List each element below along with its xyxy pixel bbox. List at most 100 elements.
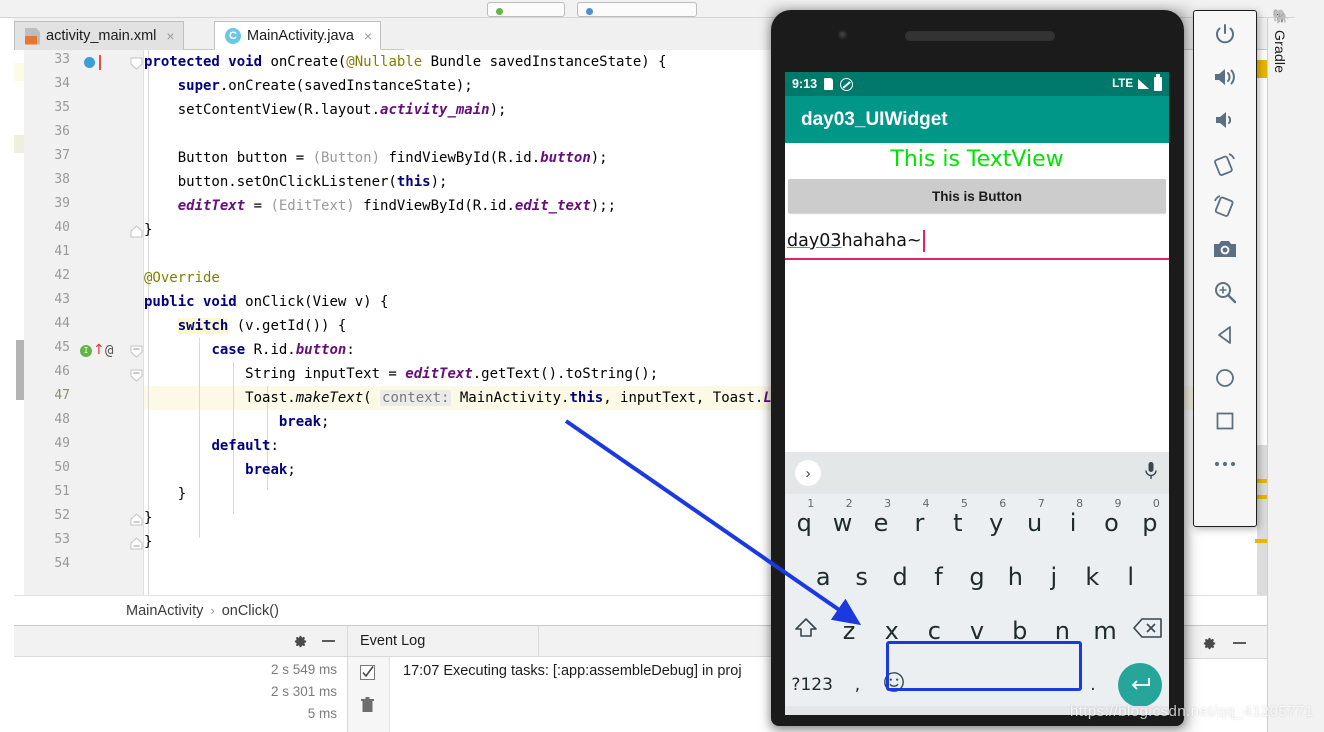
implements-method-icon[interactable]: I (80, 345, 92, 357)
key-y[interactable]: 6y (977, 497, 1015, 537)
key-l[interactable]: l (1112, 563, 1150, 591)
key-i[interactable]: 8i (1054, 497, 1092, 537)
key-f[interactable]: f (919, 563, 957, 591)
key-r[interactable]: 4r (900, 497, 938, 537)
stripe-warning-marker[interactable] (1255, 539, 1267, 543)
minimize-icon[interactable] (322, 640, 335, 642)
toolbar-widget-run-config[interactable] (487, 2, 565, 17)
home-nav-icon[interactable] (1210, 363, 1240, 393)
trash-icon[interactable] (360, 697, 375, 718)
key-period[interactable]: . (1075, 675, 1111, 695)
key-m[interactable]: m (1084, 617, 1127, 645)
line-number-gutter: 33 34 35 36 37 38 39 40 41 42 43 44 45 4… (24, 50, 144, 595)
marker-changed-2 (14, 135, 24, 153)
volume-up-icon[interactable] (1210, 62, 1240, 92)
key-w[interactable]: 2w (823, 497, 861, 537)
key-j[interactable]: j (1035, 563, 1073, 591)
line-number: 38 (54, 172, 70, 187)
minimize-icon[interactable] (1232, 642, 1246, 644)
build-duration: 2 s 549 ms (270, 662, 337, 677)
key-u[interactable]: 7u (1015, 497, 1053, 537)
key-g[interactable]: g (958, 563, 996, 591)
code-line-33: protected void onCreate(@Nullable Bundle… (144, 54, 667, 70)
breadcrumb-class[interactable]: MainActivity (126, 603, 203, 619)
key-d[interactable]: d (881, 563, 919, 591)
gear-icon[interactable] (1202, 636, 1217, 651)
key-label: q (796, 509, 812, 537)
toolbar-widget-search[interactable] (577, 2, 697, 17)
code-line-48: break; (278, 414, 330, 430)
key-e[interactable]: 3e (862, 497, 900, 537)
fold-handle[interactable] (130, 57, 143, 70)
key-v[interactable]: v (956, 617, 999, 645)
gutter-markers-line-33[interactable] (80, 52, 124, 76)
emulator-screen[interactable]: 9:13 LTE day03_UIWidget This is TextView… (785, 72, 1169, 715)
key-num: 2 (845, 497, 853, 510)
checkbox-icon[interactable] (359, 664, 376, 686)
fold-handle[interactable] (130, 537, 143, 550)
rotate-right-icon[interactable] (1210, 191, 1240, 221)
key-b[interactable]: b (998, 617, 1041, 645)
bookmark-icon[interactable] (84, 57, 95, 68)
key-t[interactable]: 5t (939, 497, 977, 537)
tab-mainactivity-java[interactable]: C MainActivity.java × (214, 21, 382, 50)
android-keyboard[interactable]: 1q 2w 3e 4r 5t 6y 7u 8i 9o 0p a s d f g (785, 494, 1169, 715)
key-s[interactable]: s (842, 563, 880, 591)
fold-handle[interactable] (130, 369, 143, 382)
key-label: e (873, 509, 889, 537)
microphone-icon[interactable] (1143, 461, 1159, 486)
fold-handle[interactable] (130, 345, 143, 358)
zoom-in-icon[interactable] (1210, 277, 1240, 307)
app-title-bar: day03_UIWidget (785, 96, 1169, 143)
fold-handle[interactable] (130, 225, 143, 238)
back-nav-icon[interactable] (1210, 320, 1240, 350)
overview-nav-icon[interactable] (1210, 406, 1240, 436)
key-k[interactable]: k (1073, 563, 1111, 591)
key-comma[interactable]: , (839, 675, 875, 695)
fold-handle[interactable] (130, 513, 143, 526)
app-edittext[interactable]: day03 hahaha~ (785, 224, 1169, 260)
override-arrow-icon: ↑ (93, 342, 105, 358)
app-button[interactable]: This is Button (788, 179, 1166, 213)
power-icon[interactable] (1210, 19, 1240, 49)
tool-window-gradle[interactable]: Gradle (1272, 30, 1288, 73)
battery-full-icon (1154, 74, 1162, 91)
chevron-right-icon[interactable]: › (795, 460, 821, 486)
key-q[interactable]: 1q (785, 497, 823, 537)
key-symbols[interactable]: ?123 (785, 675, 839, 695)
backspace-icon[interactable] (1126, 617, 1169, 645)
key-c[interactable]: c (913, 617, 956, 645)
key-a[interactable]: a (804, 563, 842, 591)
key-h[interactable]: h (996, 563, 1034, 591)
tab-activity-main-xml[interactable]: activity_main.xml × (14, 21, 184, 50)
sim-card-icon (824, 78, 834, 90)
rotate-left-icon[interactable] (1210, 148, 1240, 178)
app-textview: This is TextView (890, 147, 1064, 172)
more-options-icon[interactable] (1210, 449, 1240, 479)
tab-close-icon[interactable]: × (364, 28, 372, 44)
editor-vertical-scroll-thumb-left[interactable] (16, 340, 24, 400)
emoji-icon[interactable] (876, 671, 912, 699)
screenshot-camera-icon[interactable] (1210, 234, 1240, 264)
line-number: 42 (54, 268, 70, 283)
shift-icon[interactable] (785, 616, 828, 646)
android-emulator[interactable]: 9:13 LTE day03_UIWidget This is TextView… (771, 10, 1184, 726)
build-pane-body[interactable]: 2 s 549 ms 2 s 301 ms 5 ms (14, 657, 347, 732)
key-enter[interactable] (1111, 663, 1169, 707)
event-log-header-actions (1180, 628, 1267, 659)
key-x[interactable]: x (870, 617, 913, 645)
code-line-42: @Override (144, 270, 220, 286)
emulator-toolbar[interactable] (1193, 10, 1257, 527)
volume-down-icon[interactable] (1210, 105, 1240, 135)
gutter-markers-line-43[interactable]: I ↑ @ (80, 340, 124, 364)
key-p[interactable]: 0p (1131, 497, 1169, 537)
key-o[interactable]: 9o (1092, 497, 1130, 537)
breadcrumb-method[interactable]: onClick() (222, 603, 279, 619)
key-z[interactable]: z (828, 617, 871, 645)
gear-icon[interactable] (293, 634, 308, 649)
line-number: 34 (54, 76, 70, 91)
keyboard-suggestion-strip[interactable]: › (785, 452, 1169, 494)
key-n[interactable]: n (1041, 617, 1084, 645)
tab-close-icon[interactable]: × (166, 28, 174, 44)
annotation-at-icon: @ (105, 343, 114, 359)
